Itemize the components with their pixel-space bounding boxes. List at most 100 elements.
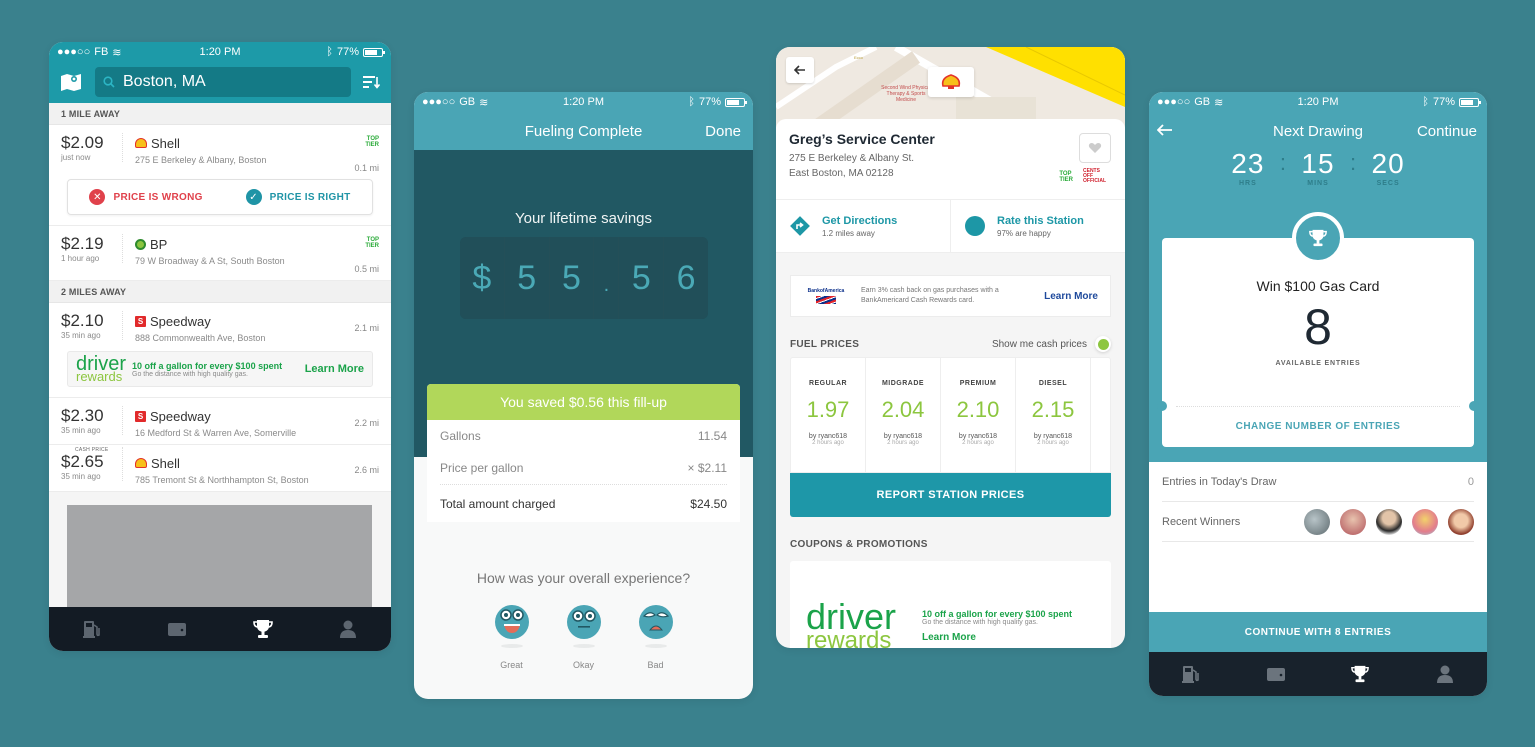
bank-of-america-ad[interactable]: BankofAmerica Earn 3% cash back on gas p… [790,275,1111,317]
back-button[interactable] [786,57,814,83]
odometer-digit: 6 [664,237,708,319]
countdown-timer: 23 HRS : 15 MINS : 20 SECS [1149,148,1487,188]
directions-icon [790,216,810,236]
tab-fuel[interactable] [77,614,107,644]
winner-avatar[interactable] [1340,508,1366,535]
tab-wallet[interactable] [1261,659,1291,689]
tab-wallet[interactable] [162,614,192,644]
station-map[interactable]: Ecco Second Wind Physical Therapy & Spor… [776,47,1125,127]
signal-icon: ●●●○○ [57,46,91,58]
learn-more-link[interactable]: Learn More [305,363,364,375]
battery-percent: 77% [698,96,721,108]
driver-rewards-promo[interactable]: driver rewards 10 off a gallon for every … [67,351,373,387]
bluetooth-icon: ᛒ [326,46,333,58]
rate-station-button[interactable]: Rate this Station 97% are happy [950,200,1125,252]
station-address: 16 Medford St & Warren Ave, Somerville [135,428,297,438]
status-bar: ●●●○○ GB ≋ 1:20 PM ᛒ 77% [414,92,753,112]
price-age: 35 min ago [61,426,101,435]
continue-with-entries-button[interactable]: CONTINUE WITH 8 ENTRIES [1149,612,1487,652]
fuel-price-card[interactable]: REGULAR 1.97 by ryanc618 2 hours ago [791,358,866,472]
arrow-left-icon [1156,123,1172,136]
station-row[interactable]: $2.10 35 min ago S Speedway 888 Commonwealt… [49,303,391,398]
station-row[interactable]: $2.19 1 hour ago BP 79 W Broadway & A St, … [49,226,391,281]
fuel-prices-carousel[interactable]: REGULAR 1.97 by ryanc618 2 hours ago MIDGRA… [790,357,1111,473]
location-search-input[interactable]: Boston, MA [95,67,351,97]
profile-icon [1436,665,1453,683]
tab-profile[interactable] [333,614,363,644]
rating-label: Great [500,660,523,670]
status-bar: ●●●○○ GB ≋ 1:20 PM ᛒ 77% [1149,92,1487,112]
odometer-digit: 5 [549,237,595,319]
coupon-card[interactable]: driver rewards 10 off a gallon for every … [790,561,1111,648]
map-poi-label: Second Wind Physical Therapy & Sports Me… [881,85,931,103]
fuel-price-card[interactable]: MIDGRADE 2.04 by ryanc618 2 hours ago [866,358,941,472]
top-tier-badge: TOP TIER [365,136,379,148]
status-bar: ●●●○○ FB ≋ 1:20 PM ᛒ 77% [49,42,391,62]
rating-bad[interactable]: Bad [638,604,674,670]
price-age: 1 hour ago [61,254,100,263]
section-heading: 1 MILE AWAY [49,103,391,125]
favorite-button[interactable] [1079,133,1111,163]
station-address: 275 E Berkeley & Albany, Boston [135,155,267,165]
change-entries-button[interactable]: CHANGE NUMBER OF ENTRIES [1162,421,1474,432]
sort-icon[interactable] [361,72,383,92]
get-directions-button[interactable]: Get Directions 1.2 miles away [776,200,950,252]
price-is-right-button[interactable]: ✓ PRICE IS RIGHT [245,189,351,205]
prize-ticket: Win $100 Gas Card 8 AVAILABLE ENTRIES CH… [1157,212,1479,447]
search-value: Boston, MA [123,73,206,90]
shell-logo-icon [135,138,147,148]
price-is-wrong-button[interactable]: ✕ PRICE IS WRONG [89,189,202,205]
section-heading: 2 MILES AWAY [49,281,391,303]
done-button[interactable]: Done [705,123,741,140]
map-icon[interactable] [57,70,85,94]
speedway-logo-icon: S [135,410,146,422]
fuel-prices-heading: FUEL PRICES [790,338,860,350]
station-distance: 2.6 mi [354,465,379,475]
tab-fuel[interactable] [1176,659,1206,689]
header: ●●●○○ GB ≋ 1:20 PM ᛒ 77% Fueling Complete D… [414,92,753,150]
station-row[interactable]: $2.09 just now Shell 275 E Berkeley & Alba… [49,125,391,226]
available-entries-label: AVAILABLE ENTRIES [1275,360,1361,367]
rating-label: Bad [647,660,664,670]
station-row[interactable]: $2.30 35 min ago S Speedway 16 Medford St &… [49,398,391,445]
tab-rewards[interactable] [1345,659,1375,689]
station-brand: Speedway [150,408,211,424]
timer-seconds: 20 [1371,148,1405,179]
continue-link[interactable]: Continue [1417,123,1477,140]
station-distance: 2.2 mi [354,418,379,428]
carrier: FB [94,46,109,58]
rating-great[interactable]: Great [494,604,530,670]
back-button[interactable] [1156,123,1173,140]
savings-odometer: $ 5 5 . 5 6 [460,237,708,319]
fuel-price-card[interactable]: PREMIUM 2.10 by ryanc618 2 hours ago [941,358,1016,472]
signal-icon: ●●●○○ [1157,96,1191,108]
station-map-pin[interactable] [928,67,974,97]
winner-avatar[interactable] [1448,508,1474,535]
coupons-heading: COUPONS & PROMOTIONS [790,539,928,550]
battery-icon [363,47,385,57]
report-prices-button[interactable]: REPORT STATION PRICES [790,473,1111,517]
fuel-price-card[interactable]: DIESEL 2.15 by ryanc618 2 hours ago [1016,358,1091,472]
winner-avatar[interactable] [1304,508,1330,535]
winner-avatar[interactable] [1376,508,1402,535]
odometer-digit: $ [460,237,505,319]
toggle-switch[interactable] [1095,336,1111,352]
winner-avatar[interactable] [1412,508,1438,535]
timer-hours: 23 [1231,148,1265,179]
fuel-price-card[interactable]: 2by2 [1091,358,1110,472]
learn-more-link[interactable]: Learn More [922,632,1072,643]
station-row[interactable]: CASH PRICE $2.65 35 min ago Shell 785 Tremo… [49,445,391,492]
odometer-digit: . [594,237,620,319]
station-brand: Speedway [150,313,211,329]
experience-question: How was your overall experience? [476,570,691,586]
rating-okay[interactable]: Okay [566,604,602,670]
shell-logo-icon [941,74,961,89]
tab-rewards[interactable] [248,614,278,644]
learn-more-link[interactable]: Learn More [1044,291,1098,302]
price-age: 35 min ago [61,331,101,340]
receipt-total: Total amount charged $24.50 [440,484,727,522]
tab-profile[interactable] [1430,659,1460,689]
carrier: GB [459,96,476,108]
trophy-icon [252,620,273,638]
cash-prices-toggle[interactable]: Show me cash prices [992,336,1111,352]
